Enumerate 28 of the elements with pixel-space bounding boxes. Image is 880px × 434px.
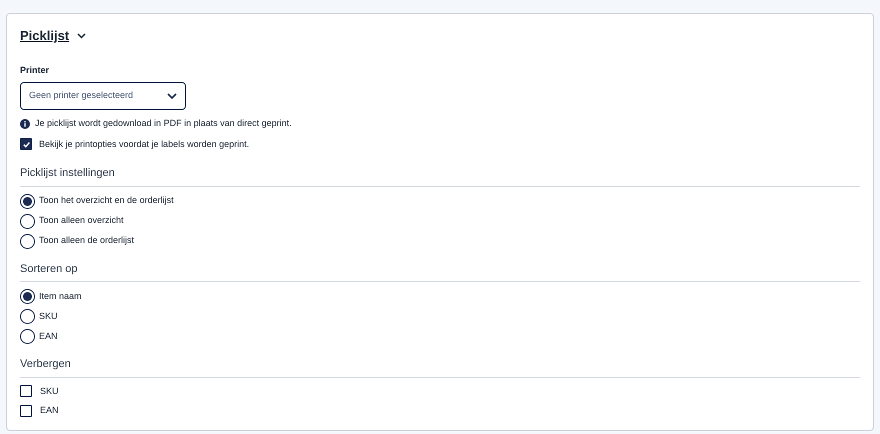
checkbox[interactable] xyxy=(20,385,32,398)
section-heading: Verbergen xyxy=(20,356,860,378)
checkbox-label: Bekijk je printopties voordat je labels worden geprint. xyxy=(39,138,250,151)
info-icon xyxy=(20,118,30,129)
chevron-down-icon[interactable] xyxy=(77,32,86,39)
option-label: Toon alleen de orderlijst xyxy=(39,234,134,248)
chevron-down-icon xyxy=(167,93,177,99)
checkbox[interactable] xyxy=(20,138,32,150)
option-label: Toon het overzicht en de orderlijst xyxy=(39,194,174,208)
option-label: Item naam xyxy=(39,290,82,303)
info-text: Je picklijst wordt gedownload in PDF in plaats van direct geprint. xyxy=(35,117,292,130)
section-heading: Picklijst instellingen xyxy=(20,165,860,186)
option-label: SKU xyxy=(40,384,59,398)
section-title[interactable]: Picklijst xyxy=(20,26,70,46)
option-label: Toon alleen overzicht xyxy=(39,214,124,228)
radio-button[interactable] xyxy=(20,309,35,324)
printer-select[interactable]: Geen printer geselecteerd xyxy=(20,82,186,110)
radio-button[interactable] xyxy=(20,329,35,344)
field-label: Printer xyxy=(20,64,50,76)
option-label: EAN xyxy=(40,404,59,417)
option-label: EAN xyxy=(39,330,58,343)
radio-button[interactable] xyxy=(20,194,35,208)
radio-button[interactable] xyxy=(20,214,35,228)
radio-button[interactable] xyxy=(20,234,35,248)
option-label: SKU xyxy=(39,310,58,323)
checkbox[interactable] xyxy=(20,404,32,417)
radio-button[interactable] xyxy=(20,289,35,304)
section-heading: Sorteren op xyxy=(20,260,860,282)
